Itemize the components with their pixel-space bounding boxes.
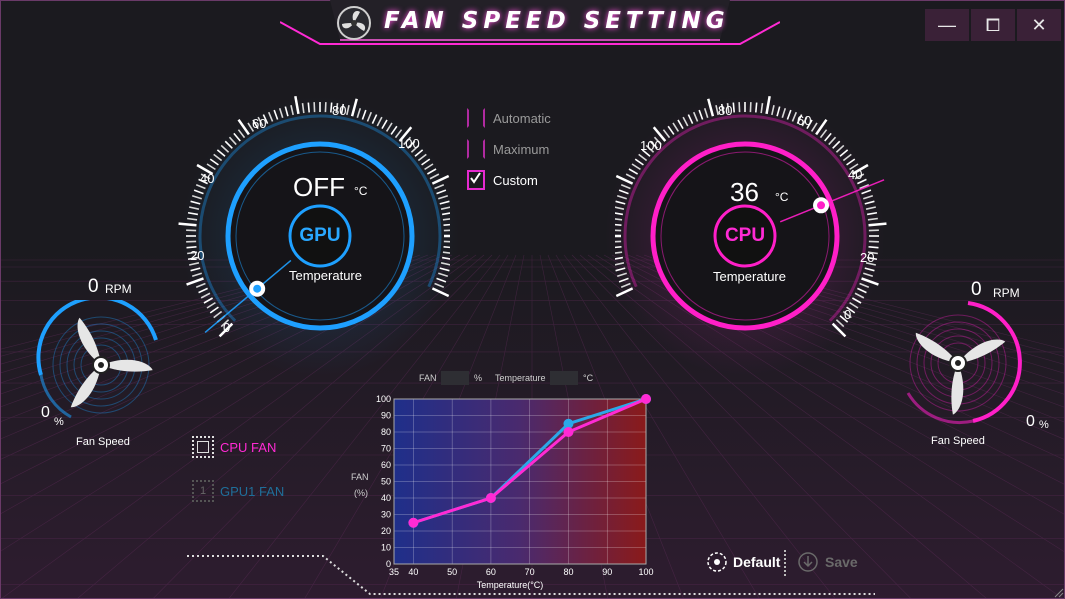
cpu-tick-100: 100 (640, 138, 662, 153)
temperature-field-unit: °C (583, 373, 594, 383)
gpu-fan-percent: 0 (41, 404, 50, 421)
gpu-tick-60: 60 (252, 116, 267, 131)
cpu-tick-60: 60 (797, 113, 812, 128)
series-1-point[interactable] (485, 493, 496, 503)
maximize-button[interactable]: ⧠ (971, 9, 1015, 41)
mode-custom[interactable]: Custom (467, 170, 538, 190)
cpu-temperature-caption: Temperature (713, 269, 786, 284)
resize-grip-icon[interactable] (1052, 586, 1064, 598)
y-axis-title-line2: (%) (354, 488, 368, 498)
close-button[interactable]: ✕ (1017, 9, 1061, 41)
automatic-checkbox[interactable] (467, 108, 485, 128)
cpu-rpm-unit: RPM (993, 286, 1020, 300)
y-tick-label: 30 (381, 510, 391, 520)
mode-automatic[interactable]: Automatic (467, 108, 551, 128)
mode-maximum-label: Maximum (493, 141, 550, 157)
series-1-point[interactable] (563, 427, 574, 437)
gpu-tick-20: 20 (190, 248, 205, 263)
save-button[interactable]: Save (797, 551, 858, 573)
y-tick-label: 40 (381, 493, 391, 503)
mode-custom-label: Custom (493, 172, 538, 188)
reset-fan-icon (707, 552, 727, 572)
y-tick-label: 100 (376, 394, 391, 404)
temperature-field-label: Temperature (495, 373, 546, 383)
fan-logo-icon (337, 6, 371, 40)
gpu-badge: GPU (299, 225, 341, 246)
gpu1-fan-tab-label: GPU1 FAN (220, 483, 285, 499)
cpu-fan-tab-label: CPU FAN (220, 439, 277, 455)
y-tick-label: 60 (381, 460, 391, 470)
checkmark-icon (470, 172, 481, 184)
window-title: FAN SPEED SETTING (384, 8, 730, 34)
maximum-checkbox[interactable] (467, 139, 485, 159)
gpu-temperature-caption: Temperature (289, 268, 362, 283)
fan-field-label: FAN (419, 373, 437, 383)
default-button-label: Default (733, 554, 781, 570)
y-tick-label: 80 (381, 427, 391, 437)
cpu-chip-icon (192, 436, 214, 458)
cpu-tick-20: 20 (860, 250, 875, 265)
cpu-fan-arc (967, 301, 1022, 423)
save-button-label: Save (825, 554, 858, 570)
gpu-rpm-unit: RPM (105, 282, 132, 296)
gpu-fan-indicator (36, 300, 158, 419)
gpu-chip-icon: 1 (192, 480, 214, 502)
y-tick-label: 90 (381, 411, 391, 421)
cpu-fan-caption: Fan Speed (931, 435, 985, 447)
gpu-temperature-unit: °C (354, 184, 368, 198)
gpu-percent-unit: % (54, 416, 64, 428)
cpu-temperature-unit: °C (775, 190, 789, 204)
cpu-rpm-value: 0 (971, 279, 982, 300)
cpu-tick-80: 80 (718, 103, 733, 118)
gpu1-fan-tab[interactable]: 1 GPU1 FAN (192, 480, 284, 502)
gpu-temperature-value: OFF (293, 172, 345, 202)
fan-value-field[interactable] (441, 371, 469, 385)
minimize-button[interactable]: — (925, 9, 969, 41)
cpu-badge: CPU (724, 225, 766, 246)
gpu-tick-0: 0 (223, 320, 231, 335)
fan-field-unit: % (474, 373, 483, 383)
mode-maximum[interactable]: Maximum (467, 139, 549, 159)
series-1-point[interactable] (408, 517, 419, 528)
title-bar: FAN SPEED SETTING — ⧠ ✕ (0, 0, 1065, 50)
cpu-tick-0: 0 (844, 307, 852, 322)
cpu-tick-40: 40 (848, 167, 863, 182)
download-icon (798, 552, 818, 572)
temperature-value-field[interactable] (550, 371, 578, 385)
cpu-percent-unit: % (1039, 419, 1049, 431)
mode-automatic-label: Automatic (493, 110, 551, 126)
cpu-fan-indicator (906, 301, 1022, 424)
cpu-fan-tab[interactable]: CPU FAN (192, 436, 276, 458)
default-button[interactable]: Default (706, 551, 780, 573)
custom-checkbox[interactable] (467, 170, 485, 190)
cpu-temperature-value: 36 (730, 177, 759, 207)
y-axis-title-line1: FAN (351, 472, 369, 482)
cpu-fan-percent: 0 (1026, 413, 1035, 430)
action-divider (784, 550, 788, 576)
y-tick-label: 70 (381, 444, 391, 454)
gpu-tick-80: 80 (332, 103, 347, 118)
series-1-point[interactable] (641, 394, 651, 404)
gpu-tick-100: 100 (398, 136, 420, 151)
y-tick-label: 20 (381, 526, 391, 536)
gpu-rpm-value: 0 (88, 276, 99, 297)
y-tick-label: 50 (381, 477, 391, 487)
gpu-fan-caption: Fan Speed (76, 436, 130, 448)
gpu-tick-40: 40 (200, 171, 215, 186)
